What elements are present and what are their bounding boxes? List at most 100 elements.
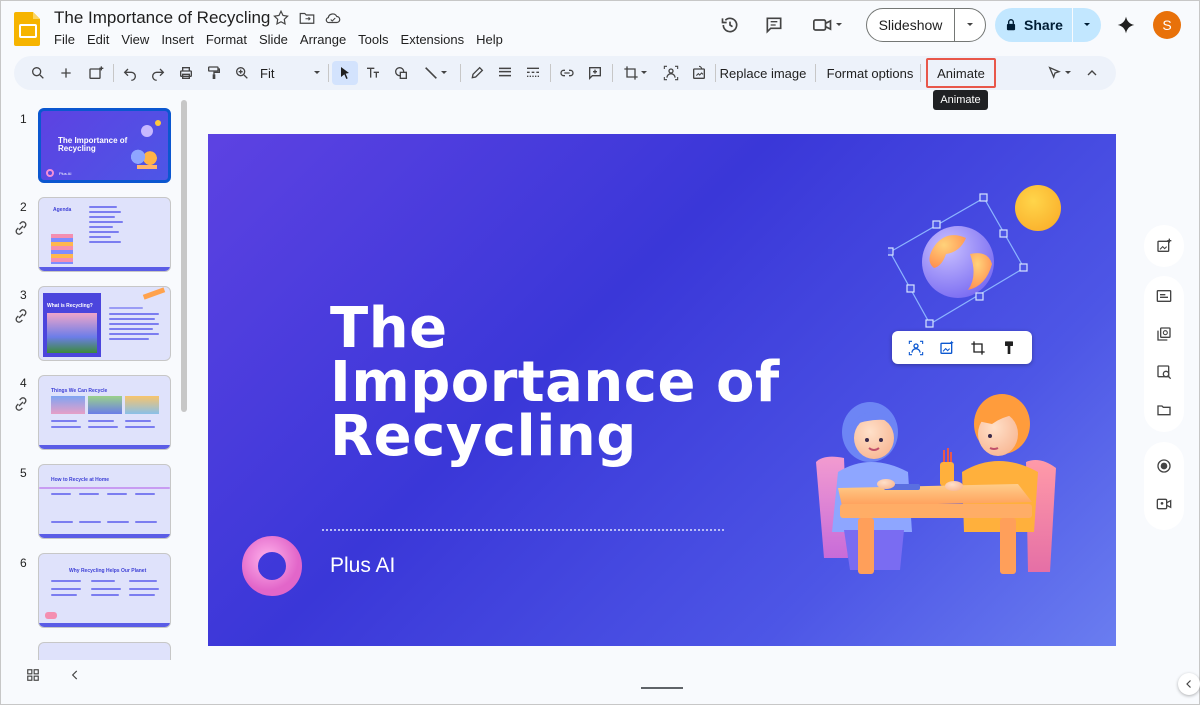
slide-thumbnail-7[interactable] [38,642,171,660]
slideshow-button[interactable]: Slideshow [867,9,955,41]
slide-thumbnail-4[interactable]: Things We Can Recycle [38,375,171,450]
linked-slide-icon [15,221,27,235]
thumb-line [109,333,159,335]
print-button[interactable] [176,61,196,85]
folder-icon[interactable] [1156,402,1172,418]
paint-format-button[interactable] [204,61,224,85]
comments-button[interactable] [758,9,790,41]
plus-icon [61,68,71,78]
slide-subtitle[interactable]: Plus AI [330,554,395,578]
comment-icon [766,17,782,34]
remove-background-icon[interactable] [908,340,924,356]
cloud-status-icon[interactable] [324,9,342,27]
menu-arrange[interactable]: Arrange [294,30,352,49]
add-comment-icon [589,67,601,80]
speaker-notes-handle[interactable] [641,687,683,689]
slide-thumbnail-6[interactable]: Why Recycling Helps Our Planet [38,553,171,628]
crop-image-button[interactable] [618,61,654,85]
menu-format[interactable]: Format [200,30,253,49]
sun-shape[interactable] [1015,185,1061,231]
grid-view-icon[interactable] [26,668,40,682]
redo-button[interactable] [148,61,168,85]
replace-image-button[interactable]: Replace image [720,61,807,85]
gemini-button[interactable] [1110,9,1142,41]
thumb-line [51,588,81,590]
search-menus-button[interactable] [28,61,48,85]
undo-button[interactable] [120,61,140,85]
select-tool-button[interactable] [332,61,358,85]
slide-thumbnail-5[interactable]: How to Recycle at Home [38,464,171,539]
remove-background-button[interactable] [660,61,682,85]
paint-format-icon[interactable] [1001,340,1017,356]
version-history-button[interactable] [714,9,746,41]
zoom-select[interactable]: Fit [260,61,322,85]
border-dash-button[interactable] [522,61,544,85]
caret-down-icon [967,23,973,26]
slide-thumbnail-1[interactable]: The Importance of Recycling Plus AI [38,108,171,183]
slide-thumbnail-3[interactable]: What is Recycling? [38,286,171,361]
thumb-line [89,226,113,228]
line-button[interactable] [418,61,454,85]
menu-slide[interactable]: Slide [253,30,294,49]
collapse-filmstrip-icon[interactable] [68,668,82,682]
move-folder-icon[interactable] [298,9,316,27]
thumb-footer: Plus AI [59,171,72,176]
share-label: Share [1024,17,1063,33]
thumb-line [109,328,153,330]
side-panel-toggle[interactable] [1178,673,1200,695]
thumb-line [51,580,81,582]
add-comment-button[interactable] [584,61,606,85]
menu-edit[interactable]: Edit [81,30,115,49]
animate-button[interactable]: Animate [926,58,996,88]
crop-icon[interactable] [970,340,986,356]
add-image-icon[interactable] [1156,238,1172,254]
slide-title[interactable]: The Importance of Recycling [330,301,790,465]
generate-image-icon[interactable] [939,340,955,356]
menu-tools[interactable]: Tools [352,30,394,49]
filmstrip-scrollbar[interactable] [181,100,187,412]
image-search-icon[interactable] [1156,364,1172,380]
donut-shape[interactable] [242,536,302,596]
insert-link-button[interactable] [556,61,578,85]
hide-menus-button[interactable] [1082,61,1102,85]
thumb-line [51,420,77,422]
video-record-icon[interactable] [1156,496,1172,512]
thumb-line [79,493,99,495]
thumb-line [135,493,155,495]
speaker-notes-icon[interactable] [1156,288,1172,304]
select-mode-button[interactable] [1042,61,1078,85]
account-avatar[interactable]: S [1153,11,1181,39]
slides-logo-icon[interactable] [14,10,42,46]
stacked-slides-icon[interactable] [1156,326,1172,342]
star-icon[interactable] [272,9,290,27]
thumb-books [51,234,73,264]
record-icon[interactable] [1156,458,1172,474]
new-slide-button[interactable] [56,61,76,85]
text-box-button[interactable] [362,61,384,85]
share-dropdown[interactable] [1073,8,1101,42]
menu-help[interactable]: Help [470,30,509,49]
new-slide-layout-button[interactable] [86,61,106,85]
thumb-line [91,580,115,582]
format-options-button[interactable]: Format options [824,61,916,85]
menu-extensions[interactable]: Extensions [395,30,471,49]
kids-at-table-illustration[interactable] [814,392,1064,582]
reset-image-button[interactable] [688,61,710,85]
slideshow-dropdown[interactable] [955,9,985,41]
thumb-photo [47,313,97,353]
border-weight-button[interactable] [494,61,516,85]
slide-thumbnail-2[interactable]: Agenda [38,197,171,272]
thumb-line [129,588,159,590]
zoom-button[interactable] [232,61,252,85]
share-button[interactable]: Share [995,8,1073,42]
menu-file[interactable]: File [48,30,81,49]
menu-insert[interactable]: Insert [155,30,200,49]
menu-view[interactable]: View [115,30,155,49]
shape-button[interactable] [390,61,412,85]
document-title[interactable]: The Importance of Recycling [54,8,270,28]
side-panel-group [1144,225,1184,267]
meet-button[interactable] [806,9,850,41]
slide-canvas[interactable]: The Importance of Recycling Plus AI [208,134,1116,646]
border-color-button[interactable] [466,61,488,85]
caret-down-icon [314,71,320,74]
